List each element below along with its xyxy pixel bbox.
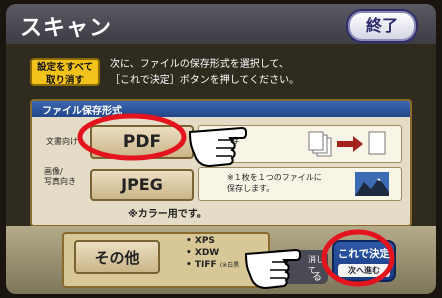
partially-hidden-button[interactable]: 消して る xyxy=(272,250,328,284)
document-to-file-illustration xyxy=(308,131,386,157)
scanner-screen: スキャン 終了 設定をすべて 取り消す 次に、ファイルの保存形式を選択して、 ［… xyxy=(0,0,442,298)
reset-settings-button[interactable]: 設定をすべて 取り消す xyxy=(30,58,100,86)
reset-label-line1: 設定をすべて xyxy=(37,62,93,73)
instruction-text: 次に、ファイルの保存形式を選択して、 ［これで決定］ボタンを押してください。 xyxy=(110,57,299,89)
format-item-xps: • XPS xyxy=(186,236,215,246)
next-step-label: 次へ進む xyxy=(338,264,390,277)
file-icon xyxy=(368,131,386,155)
row-label-photo-line1: 画像/ xyxy=(44,167,63,176)
hidden-button-fragment2: る xyxy=(312,272,322,283)
panel-title-bar: ファイル保存形式 xyxy=(32,101,410,117)
header-bar: スキャン 終了 xyxy=(6,4,436,44)
row-label-photo: 画像/ 写真向き xyxy=(44,167,76,187)
document-stack-icon xyxy=(308,131,332,157)
end-button[interactable]: 終了 xyxy=(348,11,416,41)
row-label-photo-line2: 写真向き xyxy=(44,177,76,186)
reset-label-line2: 取り消す xyxy=(45,75,84,86)
tiff-note: (※白黒 xyxy=(219,262,240,269)
color-only-note: ※カラー用です。 xyxy=(128,209,207,220)
row-label-document: 文書向け xyxy=(46,137,78,146)
instruction-line1: 次に、ファイルの保存形式を選択して、 xyxy=(110,59,289,70)
jpeg-info-box: ※１枚を１つのファイルに 保存します。 xyxy=(198,167,402,201)
confirm-label: これで決定 xyxy=(337,248,391,260)
format-item-xdw: • XDW xyxy=(186,248,220,258)
arrow-right-icon xyxy=(337,136,363,152)
confirm-next-button[interactable]: これで決定 次へ進む xyxy=(332,240,396,282)
jpeg-info-text: ※１枚を１つのファイルに 保存します。 xyxy=(227,172,322,194)
file-format-panel: ファイル保存形式 文書向け PDF 保存 画像/ 写真向き JPEG ※１枚を１… xyxy=(30,99,412,227)
jpeg-button[interactable]: JPEG xyxy=(90,169,194,201)
format-item-tiff: • TIFF (※白黒 xyxy=(186,259,239,272)
page-title: スキャン xyxy=(20,16,113,41)
screen-bezel: スキャン 終了 設定をすべて 取り消す 次に、ファイルの保存形式を選択して、 ［… xyxy=(6,4,436,294)
other-format-button[interactable]: その他 xyxy=(74,240,160,274)
jpeg-note-line1: ※１枚を１つのファイルに xyxy=(227,173,322,182)
pdf-info-box: 保存 xyxy=(198,125,402,163)
panel-title: ファイル保存形式 xyxy=(42,106,122,117)
format-item-tiff-label: • TIFF xyxy=(186,260,217,270)
jpeg-note-line2: 保存します。 xyxy=(227,184,275,193)
pdf-button[interactable]: PDF xyxy=(90,125,194,159)
instruction-line2: ［これで決定］ボタンを押してください。 xyxy=(110,75,300,86)
mountain-photo-icon xyxy=(355,172,389,196)
other-format-list: • XPS • XDW • TIFF (※白黒 xyxy=(186,235,239,272)
